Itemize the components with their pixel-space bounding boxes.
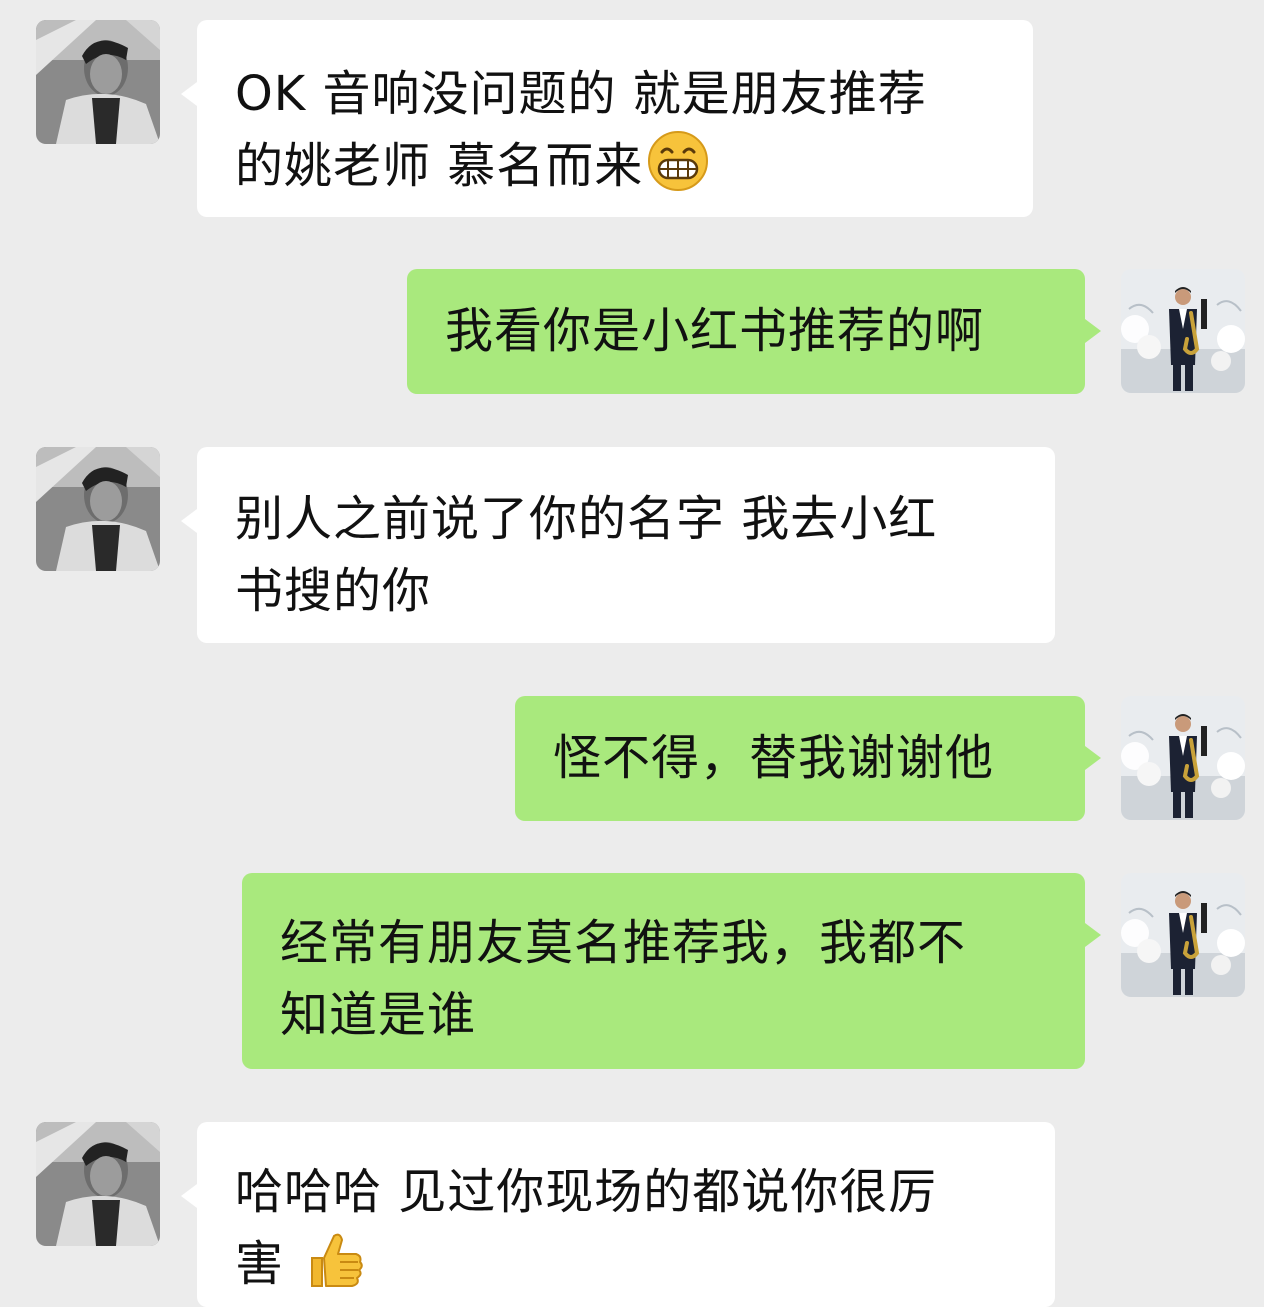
self-avatar-icon — [1121, 873, 1245, 997]
message-text-line: 知道是谁 — [280, 987, 477, 1043]
message-text-line: 害 — [235, 1228, 1025, 1300]
self-avatar-icon — [1121, 696, 1245, 820]
message-text-line: OK 音响没问题的 就是朋友推荐 — [235, 66, 927, 122]
contact-avatar-icon — [36, 1122, 160, 1246]
thumbs-up-emoji-icon — [304, 1228, 366, 1290]
message-bubble-incoming[interactable]: OK 音响没问题的 就是朋友推荐 的姚老师 慕名而来 — [181, 20, 1033, 217]
bubble-tail — [181, 509, 197, 533]
bubble-tail — [181, 82, 197, 106]
chat-conversation: OK 音响没问题的 就是朋友推荐 的姚老师 慕名而来 我看你是小红书推荐的啊 别… — [0, 0, 1264, 1307]
bubble-tail — [1085, 746, 1101, 770]
contact-avatar[interactable] — [36, 447, 160, 571]
bubble-tail — [181, 1184, 197, 1208]
message-text-line: 怪不得，替我谢谢他 — [553, 730, 995, 786]
message-text-line: 经常有朋友莫名推荐我，我都不 — [280, 915, 967, 971]
self-avatar[interactable] — [1121, 873, 1245, 997]
message-bubble-outgoing[interactable]: 怪不得，替我谢谢他 — [515, 696, 1101, 821]
contact-avatar-icon — [36, 20, 160, 144]
message-bubble-incoming[interactable]: 哈哈哈 见过你现场的都说你很厉 害 — [181, 1122, 1055, 1307]
message-bubble-outgoing[interactable]: 我看你是小红书推荐的啊 — [407, 269, 1101, 394]
message-bubble-outgoing[interactable]: 经常有朋友莫名推荐我，我都不 知道是谁 — [242, 873, 1101, 1069]
contact-avatar[interactable] — [36, 20, 160, 144]
bubble-tail — [1085, 319, 1101, 343]
bubble-tail — [1085, 923, 1101, 947]
self-avatar[interactable] — [1121, 696, 1245, 820]
message-text-line: 哈哈哈 见过你现场的都说你很厉 — [235, 1164, 938, 1220]
message-text-line: 的姚老师 慕名而来 — [235, 130, 1003, 202]
self-avatar-icon — [1121, 269, 1245, 393]
message-bubble-incoming[interactable]: 别人之前说了你的名字 我去小红 书搜的你 — [181, 447, 1055, 643]
message-text-line: 书搜的你 — [235, 563, 432, 619]
message-text-line: 别人之前说了你的名字 我去小红 — [235, 491, 938, 547]
contact-avatar-icon — [36, 447, 160, 571]
self-avatar[interactable] — [1121, 269, 1245, 393]
grinning-face-emoji-icon — [647, 130, 709, 192]
contact-avatar[interactable] — [36, 1122, 160, 1246]
message-text-line: 我看你是小红书推荐的啊 — [445, 303, 985, 359]
